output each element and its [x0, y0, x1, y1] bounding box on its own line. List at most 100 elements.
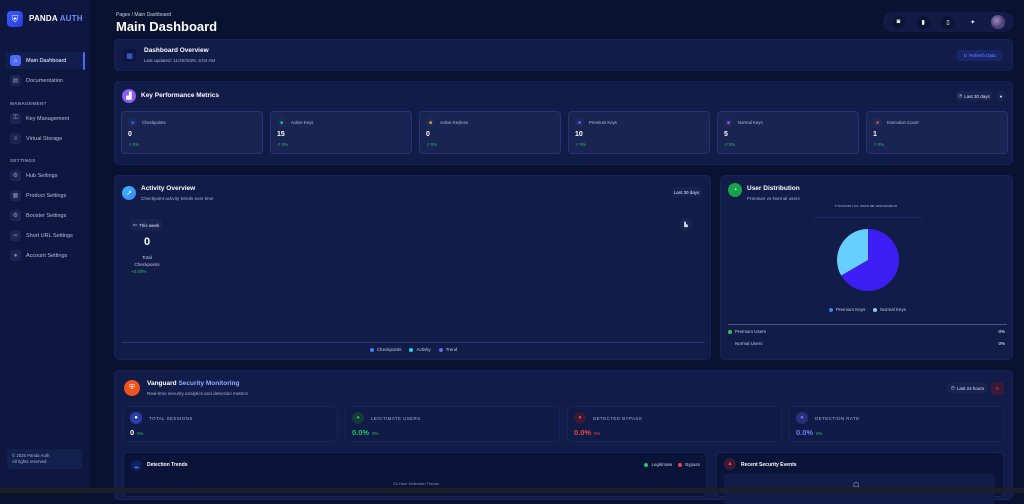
title-part: Security Monitoring [178, 380, 240, 387]
title-part: Vanguard [147, 380, 177, 387]
security-subtitle: Real-time security analytics and detecti… [147, 391, 248, 396]
dashboard-overview-card: ▦ Dashboard Overview Last updated: 11/30… [114, 39, 1013, 71]
security-stat-card: ● DETECTION RATE 0.0% 0% [789, 406, 1004, 442]
storage-icon: ≡ [10, 133, 21, 144]
link-icon: ∞ [10, 230, 21, 241]
stat-change: 0% [594, 431, 601, 436]
refresh-data-button[interactable]: ↻ Refresh Data [956, 50, 1003, 61]
legend-item: Premium Keys [828, 307, 865, 312]
sidebar-item-virtual-storage[interactable]: ≡ Virtual Storage [5, 130, 85, 147]
kpm-title: Key Performance Metrics [141, 92, 220, 99]
stat-label: DETECTION RATE [815, 416, 860, 421]
avatar[interactable] [991, 15, 1006, 29]
legend-item: Trend [438, 347, 458, 352]
label: Main Dashboard [26, 57, 67, 64]
metric-icon: ■ [426, 118, 435, 127]
label: Product Settings [26, 192, 67, 199]
sidebar-item-main-dashboard[interactable]: ⌂ Main Dashboard [5, 52, 85, 69]
metric-change: ↗ 0% [277, 142, 288, 148]
stat-icon: ● [574, 412, 586, 424]
metric-icon: ■ [873, 118, 882, 127]
stat-change: 0% [137, 431, 144, 436]
distribution-subtitle: Premium vs Normal users [747, 196, 800, 201]
metric-value: 0 [426, 131, 430, 138]
change-value: 0% [132, 142, 140, 147]
metric-label: Execution Count [887, 120, 919, 125]
status-dot [728, 329, 732, 334]
legend-item: Activity [409, 347, 431, 352]
clock-icon: ◷ [958, 93, 963, 98]
stat-value-row: 0.0% 0% [352, 428, 378, 437]
total-checkpoints-value: 0 [143, 236, 151, 248]
range-selector[interactable]: ◷ Last 24 hours [947, 383, 988, 393]
sidebar-item-booster-settings[interactable]: ⚙ Booster Settings [5, 207, 85, 224]
stat-label: DETECTED BYPASS [593, 416, 643, 421]
metric-card: ■ Normal Keys 5 ↗ 0% [717, 111, 859, 154]
chart-caption: Premium vs Normal distribution [834, 205, 898, 208]
legend-label: Trend [445, 347, 458, 352]
distribution-title: User Distribution [747, 185, 800, 192]
legend-label: Legitimate [651, 462, 673, 467]
calendar-icon: ▭ [132, 222, 137, 227]
range-selector[interactable]: ◷ Last 30 days [955, 91, 993, 101]
activity-legend: Checkpoints Activity Trend [115, 347, 712, 352]
trends-caption: 24-Hour Detection Trends [393, 481, 439, 486]
gear-icon: ⚙ [10, 170, 21, 181]
stat-label: TOTAL SESSIONS [149, 416, 193, 421]
legend-swatch [828, 307, 833, 312]
legend-item: Legitimate [644, 462, 672, 467]
metric-icon: ■ [724, 118, 733, 127]
stat-icon: ● [130, 412, 142, 424]
grid-icon: ▦ [123, 49, 136, 62]
user-distribution-card: ◔ User Distribution Premium vs Normal us… [720, 175, 1013, 360]
metric-label: Active Keys [291, 120, 314, 125]
security-stat-card: ● LEGITIMATE USERS 0.0% 0% [345, 406, 560, 442]
legend-swatch [644, 462, 649, 467]
gear-icon: ⚙ [10, 210, 21, 221]
rights: All rights reserved [12, 459, 47, 464]
refresh-button[interactable]: ↻ [991, 382, 1004, 395]
discord-icon[interactable]: ◙ [891, 15, 905, 29]
trends-legend: Legitimate Bypass [644, 462, 700, 467]
chart-type-button[interactable]: ▙ [680, 218, 692, 231]
range-selector[interactable]: Last 30 days [671, 187, 702, 197]
change-value: 0% [281, 142, 289, 147]
label: Refresh Data [969, 53, 996, 58]
premium-users-row: Premium Users [728, 329, 766, 334]
label: Key Management [26, 115, 70, 122]
chart-icon: ▟ [122, 89, 136, 103]
metric-card: ■ Premium Keys 10 ↗ 0% [568, 111, 710, 154]
document-icon[interactable]: ▯ [941, 15, 955, 29]
label: Documentation [26, 77, 63, 84]
period-selector[interactable]: ▭ This week [130, 219, 162, 231]
divider [728, 324, 1007, 325]
sidebar-item-short-url-settings[interactable]: ∞ Short URL Settings [5, 227, 85, 244]
change-value: 0% [728, 142, 736, 147]
stat-value-row: 0.0% 0% [796, 428, 822, 437]
legend-item: Normal Keys [873, 307, 906, 312]
metric-value: 10 [575, 131, 583, 138]
security-stat-card: ● DETECTED BYPASS 0.0% 0% [567, 406, 782, 442]
book-icon[interactable]: ▮ [916, 15, 930, 29]
theme-toggle-icon[interactable]: ✦ [966, 16, 979, 29]
metric-icon: ■ [277, 118, 286, 127]
sidebar-item-hub-settings[interactable]: ⚙ Hub Settings [5, 167, 85, 184]
sidebar-item-product-settings[interactable]: ▦ Product Settings [5, 187, 85, 204]
label: Account Settings [26, 252, 68, 259]
sidebar-item-documentation[interactable]: ▤ Documentation [5, 72, 85, 89]
shield-icon: ⛨ [124, 380, 140, 396]
section-management: MANAGEMENT [10, 101, 47, 106]
stat-value: 0 [130, 428, 135, 437]
stat-value: 0.0% [352, 428, 370, 437]
metric-label: Checkpoints [142, 120, 166, 125]
docs-icon: ▤ [10, 75, 21, 86]
trend-icon: ↗ [122, 186, 136, 200]
sidebar-item-key-management[interactable]: ⚿ Key Management [5, 110, 85, 127]
metric-card: ■ Active Keys 15 ↗ 0% [270, 111, 412, 154]
metric-change: ↗ 0% [426, 142, 437, 148]
active-indicator [83, 52, 85, 70]
sidebar-item-account-settings[interactable]: ● Account Settings [5, 247, 85, 264]
settings-button[interactable]: ● [996, 91, 1006, 101]
shield-logo-icon: ⛨ [7, 11, 23, 27]
divider [813, 217, 923, 218]
